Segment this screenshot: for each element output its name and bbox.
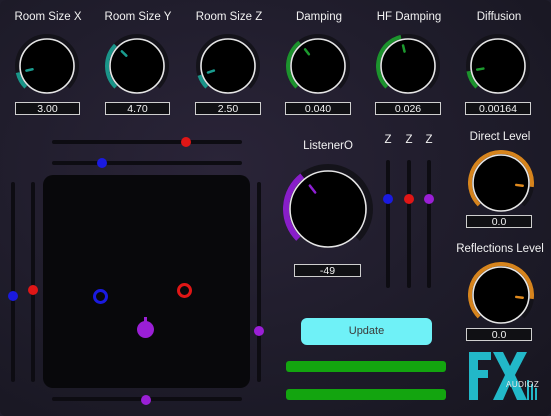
reflections-level-value[interactable]: 0.0	[466, 328, 532, 341]
red-source-z-slider-handle[interactable]	[404, 194, 414, 204]
damping-value[interactable]: 0.040	[285, 102, 351, 115]
knob-indicator	[25, 67, 34, 72]
direct-level-knob[interactable]	[468, 150, 534, 216]
level-meter-bar-2	[286, 389, 446, 400]
knob-body	[470, 38, 526, 94]
level-meter-bar-1	[286, 361, 446, 372]
reflections-level-label: Reflections Level	[456, 243, 544, 255]
room-size-y-label: Room Size Y	[104, 11, 172, 23]
hf-damping-label: HF Damping	[376, 11, 442, 23]
damping-knob[interactable]	[286, 34, 350, 98]
knob-body	[109, 38, 165, 94]
damping-label: Damping	[295, 11, 343, 23]
fx-logo	[469, 352, 537, 400]
reverb-plugin-window: Room Size X Room Size Y Room Size Z Damp…	[0, 0, 551, 416]
z-label-3: Z	[425, 134, 433, 146]
source-blue-x-slider-track[interactable]	[52, 161, 242, 165]
source-red-x-slider-track[interactable]	[52, 140, 242, 144]
blue-source-z-slider-handle[interactable]	[383, 194, 393, 204]
hf-damping-value[interactable]: 0.026	[375, 102, 441, 115]
direct-level-value[interactable]: 0.0	[466, 215, 532, 228]
listener-x-slider-handle[interactable]	[141, 395, 151, 405]
source-red-y-slider-handle[interactable]	[28, 285, 38, 295]
listener-z-slider-handle[interactable]	[424, 194, 434, 204]
red-source-marker[interactable]	[177, 283, 192, 298]
diffusion-value[interactable]: 0.00164	[465, 102, 531, 115]
knob-body	[200, 38, 256, 94]
room-size-y-value[interactable]: 4.70	[105, 102, 170, 115]
room-size-z-knob[interactable]	[196, 34, 260, 98]
listener-orientation-value[interactable]: -49	[294, 264, 361, 277]
listener-z-slider-track[interactable]	[427, 160, 431, 288]
listener-direction-indicator	[144, 317, 147, 323]
knob-body	[19, 38, 75, 94]
room-size-x-value[interactable]: 3.00	[15, 102, 80, 115]
room-size-x-knob[interactable]	[15, 34, 79, 98]
room-size-z-label: Room Size Z	[195, 11, 263, 23]
knob-indicator	[515, 183, 524, 187]
diffusion-knob[interactable]	[466, 34, 530, 98]
source-blue-y-slider-track[interactable]	[11, 182, 15, 382]
listener-orientation-knob[interactable]	[283, 164, 373, 254]
source-red-x-slider-handle[interactable]	[181, 137, 191, 147]
z-label-2: Z	[405, 134, 413, 146]
source-blue-y-slider-handle[interactable]	[8, 291, 18, 301]
knob-body	[289, 170, 367, 248]
red-source-z-slider-track[interactable]	[407, 160, 411, 288]
listener-marker[interactable]	[137, 321, 154, 338]
hf-damping-knob[interactable]	[376, 34, 440, 98]
xy-position-pad[interactable]	[43, 175, 250, 388]
knob-indicator	[401, 44, 406, 53]
z-label-1: Z	[384, 134, 392, 146]
knob-body	[472, 266, 530, 324]
knob-indicator	[476, 67, 485, 71]
source-blue-x-slider-handle[interactable]	[97, 158, 107, 168]
listener-y-slider-track[interactable]	[257, 182, 261, 382]
source-red-y-slider-track[interactable]	[31, 182, 35, 382]
diffusion-label: Diffusion	[476, 11, 522, 23]
room-size-y-knob[interactable]	[105, 34, 169, 98]
knob-body	[380, 38, 436, 94]
blue-source-marker[interactable]	[93, 289, 108, 304]
listener-y-slider-handle[interactable]	[254, 326, 264, 336]
listener-orientation-label: ListenerO	[303, 140, 353, 152]
knob-body	[472, 154, 530, 212]
reflections-level-knob[interactable]	[468, 262, 534, 328]
knob-indicator	[515, 295, 524, 299]
logo-subtitle: AUDIOZ	[506, 380, 540, 389]
room-size-z-value[interactable]: 2.50	[195, 102, 261, 115]
room-size-x-label: Room Size X	[14, 11, 82, 23]
blue-source-z-slider-track[interactable]	[386, 160, 390, 288]
knob-body	[290, 38, 346, 94]
direct-level-label: Direct Level	[469, 131, 531, 143]
update-button[interactable]: Update	[301, 318, 432, 345]
